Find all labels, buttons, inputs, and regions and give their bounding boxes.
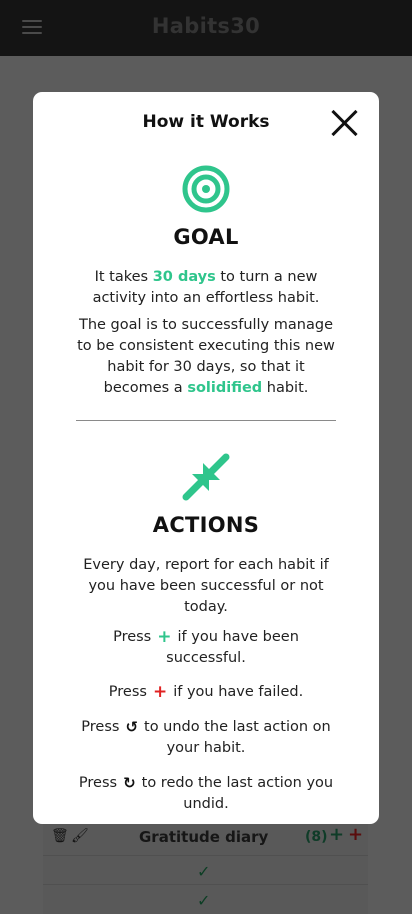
- how-it-works-modal: How it Works GOAL It takes 30 days to tu…: [33, 92, 379, 824]
- fail-plus-icon[interactable]: +: [348, 824, 363, 845]
- plus-icon: +: [152, 682, 168, 702]
- actions-heading: ACTIONS: [152, 513, 260, 537]
- goal-text-1: It takes 30 days to turn a new activity …: [92, 269, 320, 306]
- highlight-30-days: 30 days: [152, 269, 216, 285]
- brush-icon[interactable]: 🖌: [71, 828, 89, 844]
- close-icon[interactable]: [329, 108, 359, 138]
- goal-text-2: The goal is to successfully manage to be…: [77, 317, 335, 396]
- undo-icon: ↺: [125, 718, 139, 736]
- target-icon: [182, 165, 230, 213]
- list-item: ✓: [43, 884, 368, 913]
- success-plus-icon[interactable]: +: [329, 824, 344, 845]
- habit-count: (8): [305, 829, 328, 845]
- arrows-inward-icon: [182, 453, 230, 501]
- modal-title: How it Works: [142, 112, 270, 132]
- check-icon: ✓: [197, 891, 211, 910]
- actions-intro: Every day, report for each habit if you …: [83, 557, 329, 615]
- plus-icon: +: [157, 627, 172, 647]
- trash-icon[interactable]: 🗑: [51, 828, 69, 844]
- check-icon: ✓: [197, 862, 211, 881]
- divider: [76, 420, 336, 421]
- habit-card: 🗑 🖌 Gratitude diary (8) + + ✓ ✓: [43, 818, 368, 914]
- highlight-solidified: solidified: [187, 380, 263, 396]
- redo-instruction: Press ↻ to redo the last action you undid.: [78, 774, 334, 812]
- redo-icon: ↻: [123, 774, 136, 792]
- success-instruction: Press + if you have been successful.: [113, 627, 299, 666]
- goal-heading: GOAL: [173, 225, 239, 249]
- app-bar: Habits30: [0, 0, 412, 56]
- list-item: ✓: [43, 855, 368, 884]
- undo-instruction: Press ↺ to undo the last action on your ha…: [81, 718, 331, 756]
- fail-instruction: Press + if you have failed.: [108, 682, 304, 702]
- habit-title: Gratitude diary: [139, 828, 269, 846]
- app-title: Habits30: [151, 14, 261, 38]
